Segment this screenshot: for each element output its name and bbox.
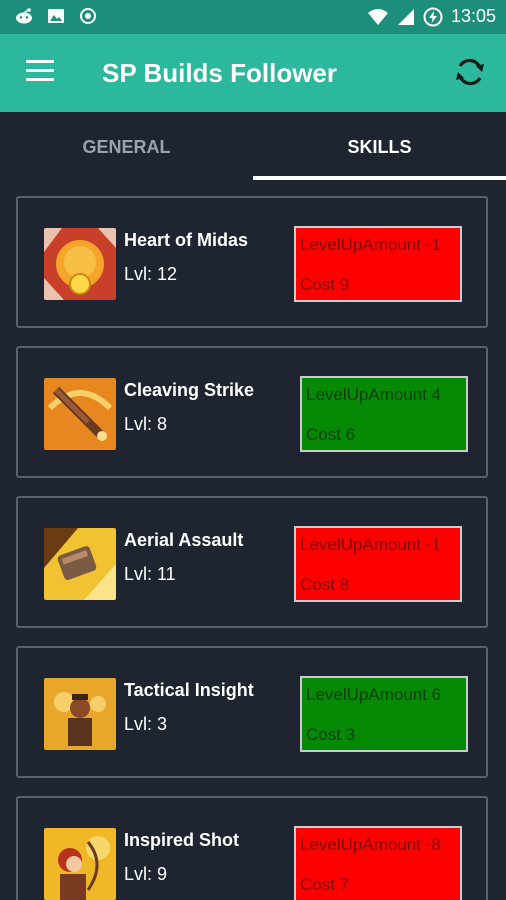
level-up-amount: LevelUpAmount 6 [306,685,442,704]
skill-cost: Cost 9 [300,275,350,294]
level-up-amount: LevelUpAmount -1 [300,235,441,254]
refresh-icon[interactable] [452,54,488,90]
tab-skills[interactable]: SKILLS [253,112,506,182]
skill-level: Lvl: 12 [124,264,178,284]
skill-card-inspired-shot[interactable]: Inspired Shot Lvl: 9 LevelUpAmount -8 Co… [16,796,488,900]
level-up-box: LevelUpAmount 4 Cost 6 [300,376,468,452]
app-title: SP Builds Follower [102,58,338,88]
skill-card-heart-of-midas[interactable]: Heart of Midas Lvl: 12 LevelUpAmount -1 … [16,196,488,328]
skill-name: Tactical Insight [124,680,254,700]
skill-name: Heart of Midas [124,230,249,250]
image-icon [48,9,64,23]
reddit-icon [16,8,32,24]
skill-level: Lvl: 9 [124,864,168,884]
status-bar: 13:05 [0,0,506,34]
wifi-icon [367,8,388,25]
skill-cost: Cost 8 [300,575,350,594]
skill-card-tactical-insight[interactable]: Tactical Insight Lvl: 3 LevelUpAmount 6 … [16,646,488,778]
skill-level: Lvl: 8 [124,414,168,434]
level-up-amount: LevelUpAmount 4 [306,385,442,404]
menu-icon[interactable] [26,60,54,84]
skills-list[interactable]: Heart of Midas Lvl: 12 LevelUpAmount -1 … [0,182,506,900]
archer-icon [44,828,116,900]
fist-assault-icon [44,528,116,600]
skill-level: Lvl: 3 [124,714,168,734]
signal-icon [397,8,414,25]
skill-cost: Cost 7 [300,875,350,894]
tab-general[interactable]: GENERAL [0,112,253,182]
level-up-box: LevelUpAmount -8 Cost 7 [294,826,462,900]
skill-card-aerial-assault[interactable]: Aerial Assault Lvl: 11 LevelUpAmount -1 … [16,496,488,628]
tab-indicator [253,176,506,180]
skill-name: Aerial Assault [124,530,244,550]
skill-cost: Cost 3 [306,725,356,744]
skill-card-cleaving-strike[interactable]: Cleaving Strike Lvl: 8 LevelUpAmount 4 C… [16,346,488,478]
skill-cost: Cost 6 [306,425,356,444]
skill-name: Inspired Shot [124,830,240,850]
battery-saver-icon [423,7,443,26]
level-up-amount: LevelUpAmount -8 [300,835,441,854]
level-up-box: LevelUpAmount 6 Cost 3 [300,676,468,752]
level-up-box: LevelUpAmount -1 Cost 9 [294,226,462,302]
midas-coin-icon [44,228,116,300]
skill-name: Cleaving Strike [124,380,255,400]
level-up-amount: LevelUpAmount -1 [300,535,441,554]
commander-icon [44,678,116,750]
app-bar: SP Builds Follower [0,34,506,112]
skill-level: Lvl: 11 [124,564,176,584]
record-icon [80,8,96,24]
sword-strike-icon [44,378,116,450]
status-time: 13:05 [450,6,496,26]
level-up-box: LevelUpAmount -1 Cost 8 [294,526,462,602]
tab-bar: GENERAL SKILLS [0,112,506,182]
